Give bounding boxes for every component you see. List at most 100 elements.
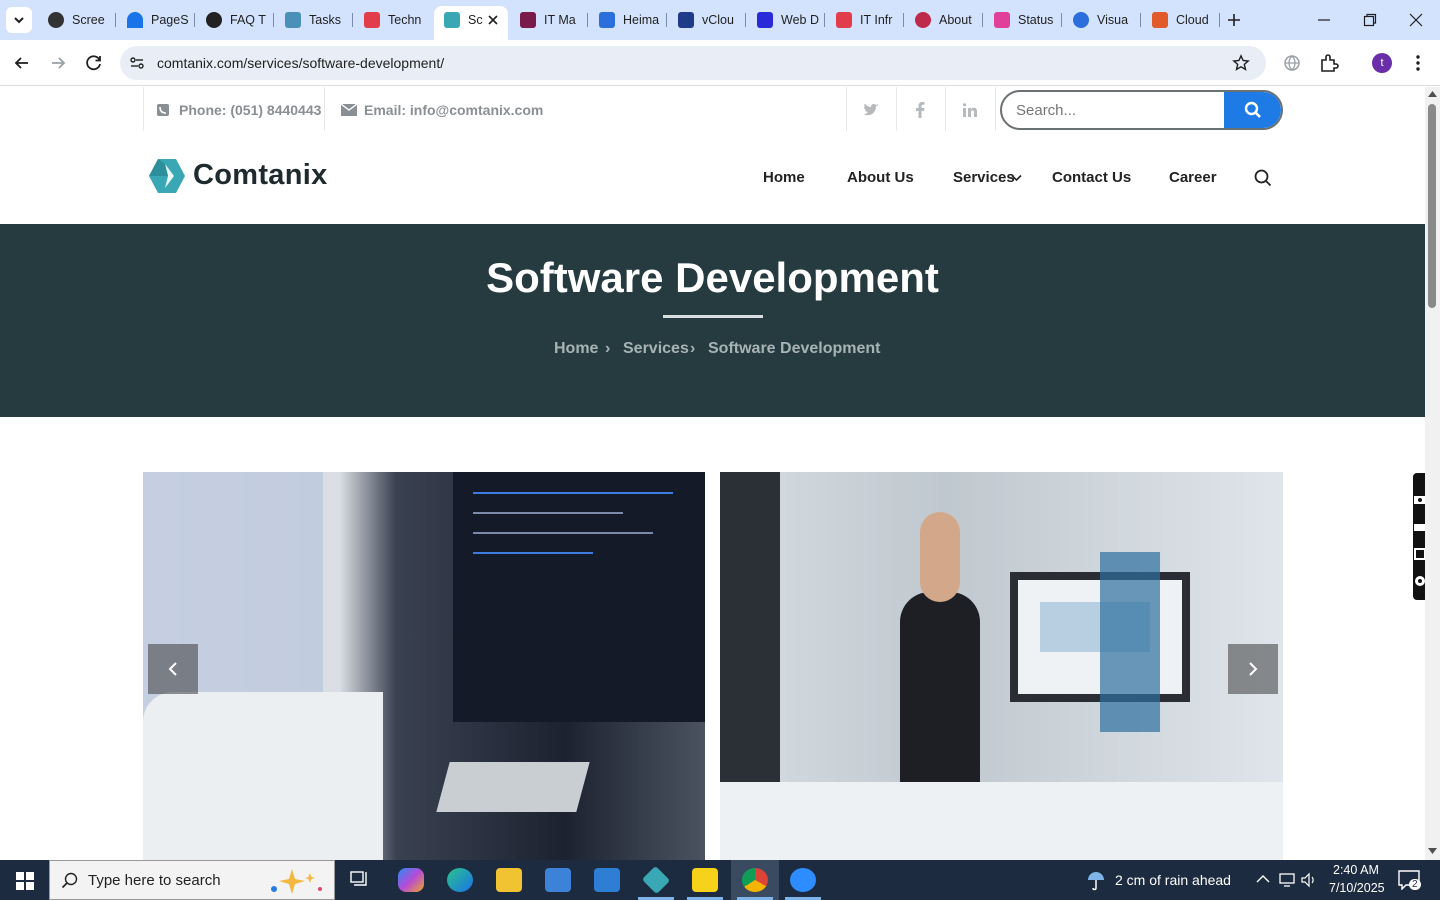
restore-icon[interactable]	[1362, 12, 1378, 28]
weather-text[interactable]: 2 cm of rain ahead	[1115, 872, 1231, 888]
tab-favicon-icon	[1073, 12, 1089, 28]
tab-vcloud[interactable]: vClou	[668, 6, 746, 34]
taskbar-search-box[interactable]: Type here to search	[49, 860, 335, 900]
site-search-box	[1000, 90, 1283, 130]
nav-about-us[interactable]: About Us	[847, 169, 914, 186]
carousel-image-woman-at-computer	[720, 472, 1283, 860]
store-app-icon[interactable]	[545, 868, 571, 892]
tab-technology[interactable]: Techn	[354, 6, 432, 34]
tab-favicon-icon	[206, 12, 222, 28]
tab-favicon-icon	[48, 12, 64, 28]
comtanix-app-icon[interactable]	[641, 865, 671, 895]
url-text[interactable]: comtanix.com/services/software-developme…	[157, 55, 444, 71]
mail-app-icon[interactable]	[594, 868, 620, 892]
tab-software-development-active[interactable]: Sc	[434, 6, 508, 40]
phone-text[interactable]: Phone: (051) 8440443	[179, 102, 321, 118]
breadcrumb-home[interactable]: Home	[554, 340, 598, 358]
carousel-prev-button[interactable]	[148, 644, 198, 694]
page-scrollbar[interactable]	[1425, 87, 1440, 860]
video-icon[interactable]	[1414, 521, 1425, 533]
profile-avatar[interactable]: t	[1372, 53, 1392, 73]
floating-capture-toolbar	[1413, 473, 1425, 600]
social-divider	[945, 87, 946, 131]
camera-icon[interactable]	[1414, 493, 1425, 505]
zoom-app-icon[interactable]	[790, 868, 816, 892]
window-icon[interactable]	[1414, 548, 1425, 560]
email-text[interactable]: Email: info@comtanix.com	[364, 102, 543, 118]
close-tab-icon[interactable]	[486, 13, 500, 27]
tab-status[interactable]: Status	[984, 6, 1062, 34]
social-divider	[896, 87, 897, 131]
site-search-input[interactable]	[1002, 92, 1226, 128]
scroll-up-icon[interactable]	[1428, 91, 1437, 97]
scroll-down-icon[interactable]	[1428, 848, 1437, 854]
tab-favicon-icon	[757, 12, 773, 28]
title-underline	[663, 315, 763, 318]
chrome-app-icon[interactable]	[742, 868, 768, 892]
windows-taskbar: Type here to search 2 cm of rain ahead 2…	[0, 860, 1440, 900]
search-icon	[1244, 101, 1261, 118]
linkedin-icon[interactable]	[963, 103, 977, 117]
edge-app-icon[interactable]	[447, 868, 473, 892]
tab-it-infrastructure[interactable]: IT Infr	[826, 6, 904, 34]
site-search-button[interactable]	[1224, 92, 1281, 128]
tab-pagespeed[interactable]: PageS	[117, 6, 195, 34]
chevron-up-icon[interactable]	[1256, 874, 1270, 884]
back-icon[interactable]	[12, 53, 32, 73]
nav-contact-us[interactable]: Contact Us	[1052, 169, 1131, 186]
tab-favicon-icon	[836, 12, 852, 28]
nav-home[interactable]: Home	[763, 169, 805, 186]
address-bar[interactable]: comtanix.com/services/software-developme…	[120, 46, 1266, 80]
tab-search-button[interactable]	[6, 7, 32, 33]
bookmark-star-icon[interactable]	[1232, 54, 1250, 72]
tab-tasks[interactable]: Tasks	[275, 6, 353, 34]
new-tab-icon[interactable]	[1225, 11, 1243, 29]
windows-start-icon[interactable]	[16, 872, 34, 890]
breadcrumb-current: Software Development	[708, 340, 881, 357]
chevron-down-icon[interactable]	[1011, 174, 1022, 182]
site-info-icon[interactable]	[128, 54, 146, 72]
gear-icon[interactable]	[1414, 575, 1425, 587]
menu-kebab-icon[interactable]	[1410, 53, 1426, 73]
tab-heimdal[interactable]: Heima	[589, 6, 667, 34]
twitter-icon[interactable]	[863, 103, 879, 117]
tab-favicon-icon	[994, 12, 1010, 28]
breadcrumb-services[interactable]: Services	[623, 340, 689, 358]
tab-cloud[interactable]: Cloud	[1142, 6, 1220, 34]
nav-career[interactable]: Career	[1169, 169, 1217, 186]
translate-globe-icon[interactable]	[1282, 53, 1302, 73]
tab-faq[interactable]: FAQ T	[196, 6, 274, 34]
tab-visual[interactable]: Visua	[1063, 6, 1141, 34]
clock-date[interactable]: 7/10/2025	[1329, 881, 1385, 895]
notification-count: 2	[1409, 879, 1421, 890]
forward-icon[interactable]	[48, 53, 68, 73]
nav-services[interactable]: Services	[953, 169, 1015, 186]
search-icon[interactable]	[1254, 169, 1272, 187]
tab-favicon-icon	[1152, 12, 1168, 28]
scrollbar-thumb[interactable]	[1428, 104, 1436, 308]
extensions-icon[interactable]	[1318, 52, 1340, 74]
social-divider	[846, 87, 847, 131]
clock-time[interactable]: 2:40 AM	[1333, 863, 1379, 877]
minimize-icon[interactable]	[1316, 12, 1332, 28]
tab-screencast[interactable]: Scree	[38, 6, 116, 34]
weather-rain-icon	[1088, 872, 1104, 891]
close-window-icon[interactable]	[1408, 12, 1424, 28]
page-title: Software Development	[486, 254, 939, 301]
reload-icon[interactable]	[84, 53, 104, 73]
copilot-app-icon[interactable]	[398, 868, 424, 892]
network-icon[interactable]	[1279, 872, 1297, 888]
tab-favicon-icon	[444, 12, 460, 28]
file-explorer-icon[interactable]	[496, 868, 522, 892]
site-logo[interactable]: Comtanix	[148, 157, 348, 197]
facebook-icon[interactable]	[915, 102, 925, 118]
tab-it-management[interactable]: IT Ma	[510, 6, 588, 34]
volume-icon[interactable]	[1301, 872, 1317, 888]
breadcrumb-separator: ›	[690, 340, 696, 357]
tab-web-development[interactable]: Web D	[747, 6, 825, 34]
topbar-divider-left	[143, 87, 144, 131]
sticky-notes-icon[interactable]	[692, 868, 718, 892]
carousel-next-button[interactable]	[1228, 644, 1278, 694]
task-view-icon[interactable]	[350, 871, 370, 889]
tab-about[interactable]: About	[905, 6, 983, 34]
